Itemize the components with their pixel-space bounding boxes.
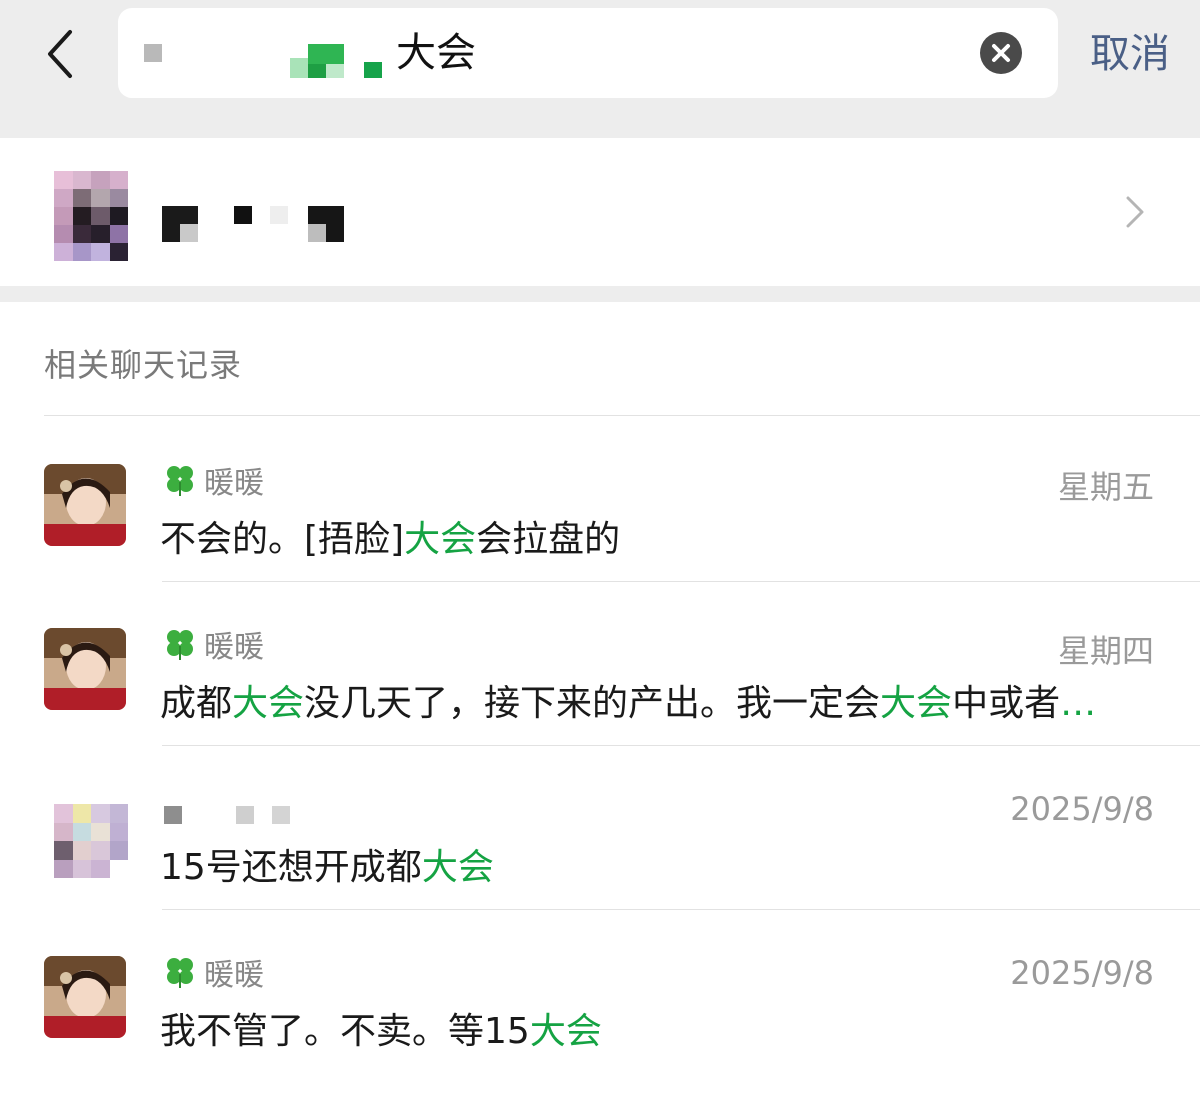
timestamp: 星期四 [1057, 632, 1154, 670]
timestamp: 2025/9/8 [1010, 790, 1154, 828]
cancel-button[interactable]: 取消 [1090, 26, 1170, 82]
sender-name: 暖暖 [204, 958, 264, 993]
sender: 暖暖 [162, 460, 264, 501]
chevron-right-icon [1126, 196, 1144, 228]
sender-name: 暖暖 [204, 466, 264, 501]
section-divider [0, 286, 1200, 302]
section-title: 相关聊天记录 [44, 346, 243, 384]
message-preview: 不会的。[捂脸]大会会拉盘的 [160, 519, 621, 560]
keyword-highlight: 大会 [421, 847, 494, 888]
message-preview: 成都大会没几天了，接下来的产出。我一定会大会中或者… [160, 683, 1097, 724]
keyword-highlight: 大会 [232, 683, 305, 724]
avatar [44, 464, 126, 546]
sender: 暖暖 [162, 624, 264, 665]
avatar [54, 804, 128, 878]
chat-record[interactable]: 暖暖 星期四 成都大会没几天了，接下来的产出。我一定会大会中或者… [0, 582, 1200, 746]
contact-result[interactable] [0, 138, 1200, 286]
chat-record[interactable]: 暖暖 2025/9/8 我不管了。不卖。等15大会 [0, 910, 1200, 1074]
sender: 暖暖 [162, 952, 264, 993]
search-input[interactable] [396, 8, 916, 98]
timestamp: 星期五 [1057, 468, 1154, 506]
message-preview: 15号还想开成都大会 [160, 847, 494, 888]
timestamp: 2025/9/8 [1010, 954, 1154, 992]
four-leaf-clover-icon [167, 958, 193, 988]
chat-record[interactable]: 2025/9/8 15号还想开成都大会 [0, 746, 1200, 910]
search-header: 取消 [0, 0, 1200, 138]
avatar [44, 628, 126, 710]
avatar [44, 956, 126, 1038]
clear-x-icon [992, 44, 1010, 62]
avatar [54, 171, 128, 261]
back-button[interactable] [38, 26, 86, 82]
keyword-highlight: 大会 [529, 1011, 602, 1052]
keyword-highlight: 大会 [880, 683, 953, 724]
divider [44, 415, 1200, 416]
four-leaf-clover-icon [167, 466, 193, 496]
keyword-highlight: 大会 [404, 519, 477, 560]
four-leaf-clover-icon [167, 630, 193, 660]
chevron-left-icon [48, 30, 72, 78]
message-preview: 我不管了。不卖。等15大会 [160, 1011, 602, 1052]
search-box[interactable] [118, 8, 1058, 98]
clear-search-button[interactable] [980, 32, 1022, 74]
redacted-contact-name [162, 206, 352, 244]
chat-record[interactable]: 暖暖 星期五 不会的。[捂脸]大会会拉盘的 [0, 418, 1200, 582]
sender-name: 暖暖 [204, 630, 264, 665]
